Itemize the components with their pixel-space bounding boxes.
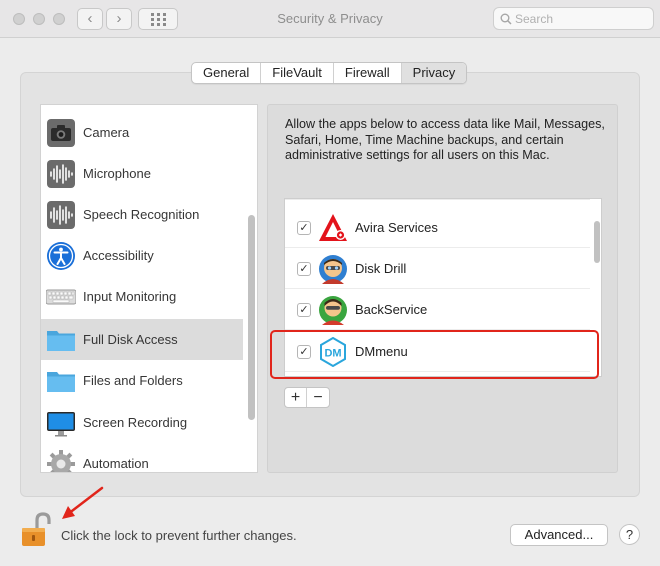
tab-firewall[interactable]: Firewall	[334, 63, 402, 83]
partial-icon	[46, 104, 76, 107]
red-arrow-annotation	[62, 486, 104, 519]
avira-icon	[319, 214, 347, 241]
disk-drill-icon	[319, 255, 347, 284]
privacy-category-list: Camera Microphone Speech Recognition Acc…	[40, 104, 258, 473]
camera-icon	[47, 119, 75, 147]
search-icon	[500, 13, 512, 25]
sidebar-item-files-and-folders[interactable]: Files and Folders	[41, 360, 243, 401]
sidebar-item-camera[interactable]: Camera	[41, 112, 243, 153]
app-row-avira-services[interactable]: ✓ Avira Services	[285, 207, 590, 248]
sidebar-item-label: Full Disk Access	[83, 332, 178, 347]
search-input[interactable]	[515, 10, 649, 27]
sidebar-item-automation[interactable]: Automation	[41, 443, 243, 472]
app-row-disk-drill[interactable]: ✓ Disk Drill	[285, 248, 590, 289]
keyboard-icon	[46, 289, 76, 305]
sidebar-item-speech-recognition[interactable]: Speech Recognition	[41, 194, 243, 235]
sidebar-item-input-monitoring[interactable]: Input Monitoring	[41, 276, 243, 317]
sidebar-item-label: Files and Folders	[83, 373, 183, 388]
gear-icon	[47, 450, 75, 472]
sidebar-item-label: Speech Recognition	[83, 207, 200, 222]
speech-recognition-icon	[47, 201, 75, 229]
sidebar-item-label: Input Monitoring	[83, 289, 177, 304]
remove-app-button[interactable]: −	[307, 388, 329, 407]
display-icon	[47, 412, 75, 437]
sidebar-item-microphone[interactable]: Microphone	[41, 153, 243, 194]
tab-general[interactable]: General	[192, 63, 262, 83]
search-box[interactable]	[493, 7, 654, 30]
backservice-icon	[319, 296, 347, 325]
sidebar-item-label: Accessibility	[83, 248, 154, 263]
lock-status-text: Click the lock to prevent further change…	[61, 528, 297, 543]
sidebar-item-accessibility[interactable]: Accessibility	[41, 235, 243, 276]
sidebar-item-partial	[41, 104, 243, 109]
add-app-button[interactable]: +	[285, 388, 307, 407]
sidebar-item-screen-recording[interactable]: Screen Recording	[41, 402, 243, 443]
title-bar: ‹ › Security & Privacy	[0, 0, 660, 38]
folder-icon	[47, 372, 75, 392]
app-row-backservice[interactable]: ✓ BackService	[285, 289, 590, 330]
sidebar-item-label: Screen Recording	[83, 415, 188, 430]
sidebar-item-full-disk-access[interactable]: Full Disk Access	[41, 319, 243, 360]
sidebar-item-label: Microphone	[83, 166, 151, 181]
app-name: Avira Services	[355, 220, 438, 235]
tab-filevault[interactable]: FileVault	[261, 63, 334, 83]
accessibility-icon	[47, 242, 75, 270]
list-controls: + −	[284, 387, 330, 408]
list-item-partial	[285, 199, 590, 200]
dmmenu-highlight-box	[270, 330, 599, 379]
avira-services-checkbox[interactable]: ✓	[297, 221, 311, 235]
folder-icon	[47, 331, 75, 351]
help-button[interactable]: ?	[619, 524, 640, 545]
advanced-button[interactable]: Advanced...	[510, 524, 608, 546]
tab-bar: General FileVault Firewall Privacy	[191, 62, 468, 84]
unlocked-padlock-icon[interactable]	[20, 511, 52, 547]
access-description: Allow the apps below to access data like…	[285, 117, 605, 163]
app-name: BackService	[355, 302, 428, 317]
sidebar-item-label: Camera	[83, 125, 130, 140]
tab-privacy[interactable]: Privacy	[401, 63, 467, 83]
sidebar-item-label: Automation	[83, 456, 149, 471]
sidebar-scrollbar[interactable]	[248, 215, 255, 420]
disk-drill-checkbox[interactable]: ✓	[297, 262, 311, 276]
microphone-icon	[47, 160, 75, 188]
app-list-scrollbar[interactable]	[594, 221, 600, 263]
app-name: Disk Drill	[355, 261, 407, 276]
backservice-checkbox[interactable]: ✓	[297, 303, 311, 317]
